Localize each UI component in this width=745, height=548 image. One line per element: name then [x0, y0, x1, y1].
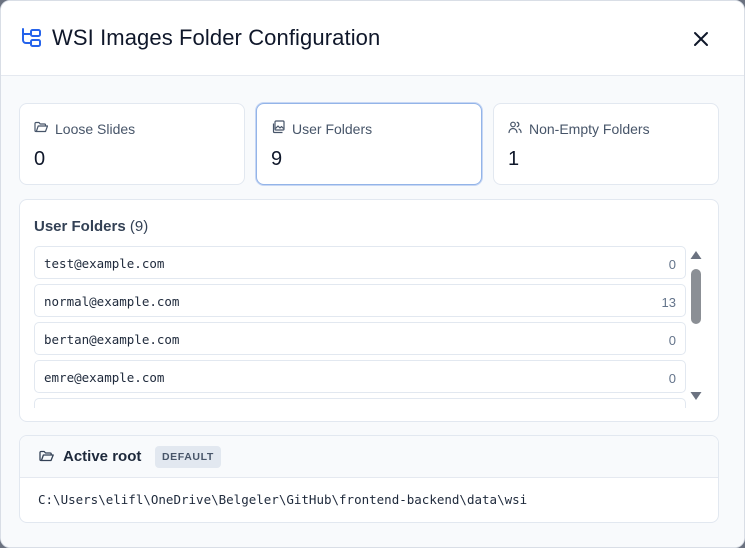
scroll-up-arrow-icon[interactable]	[689, 249, 703, 261]
close-button[interactable]	[689, 27, 713, 51]
list-item[interactable]: bertan@example.com 0	[34, 322, 686, 355]
folder-slide-count: 0	[668, 371, 676, 386]
list-item[interactable]: test@example.com 0	[34, 246, 686, 279]
default-badge: DEFAULT	[155, 446, 221, 468]
folder-email: test@example.com	[44, 256, 165, 271]
folder-config-dialog: WSI Images Folder Configuration Loose Sl…	[0, 0, 745, 548]
scrollbar-thumb[interactable]	[691, 269, 701, 324]
folder-email: normal@example.com	[44, 294, 180, 309]
stat-value: 0	[34, 148, 46, 170]
list-item[interactable]: emre@example.com 0	[34, 360, 686, 393]
stat-value: 9	[271, 148, 283, 170]
user-folders-count: (9)	[129, 218, 149, 235]
stat-label: Loose Slides	[55, 121, 136, 137]
user-folders-list[interactable]: test@example.com 0 normal@example.com 13…	[34, 246, 686, 408]
dialog-header: WSI Images Folder Configuration	[1, 1, 744, 76]
stat-label: Non-Empty Folders	[529, 121, 650, 137]
folder-slide-count: 0	[668, 333, 676, 348]
stat-value: 1	[508, 148, 520, 170]
folder-slide-count: 13	[661, 295, 676, 310]
user-folders-panel: User Folders (9) test@example.com 0 norm…	[19, 199, 719, 422]
scroll-down-arrow-icon[interactable]	[689, 390, 703, 402]
active-root-panel: Active root DEFAULT C:\Users\elifl\OneDr…	[19, 435, 719, 523]
folder-email: bertan@example.com	[44, 332, 180, 347]
user-folders-title-text: User Folders	[34, 218, 126, 235]
folder-tree-icon	[22, 28, 41, 47]
user-folders-title: User Folders (9)	[34, 218, 148, 235]
list-item[interactable]	[34, 398, 686, 408]
close-icon[interactable]	[693, 31, 709, 47]
list-item[interactable]: normal@example.com 13	[34, 284, 686, 317]
folder-email: emre@example.com	[44, 370, 165, 385]
active-root-title: Active root	[63, 448, 142, 465]
stacked-images-icon	[272, 120, 285, 134]
dialog-body: Loose Slides 0 User Folders 9 Non-Empty …	[1, 76, 744, 547]
stat-card-loose-slides[interactable]: Loose Slides 0	[19, 103, 245, 185]
active-root-path: C:\Users\elifl\OneDrive\Belgeler\GitHub\…	[38, 492, 528, 507]
dialog-title: WSI Images Folder Configuration	[52, 25, 381, 50]
folder-slide-count: 0	[668, 257, 676, 272]
stat-card-user-folders[interactable]: User Folders 9	[256, 103, 482, 185]
folder-open-icon	[34, 121, 48, 133]
active-root-header: Active root DEFAULT	[20, 436, 718, 478]
stat-label: User Folders	[292, 121, 373, 137]
stat-card-non-empty-folders[interactable]: Non-Empty Folders 1	[493, 103, 719, 185]
users-icon	[508, 121, 522, 134]
folder-open-icon	[39, 450, 54, 462]
